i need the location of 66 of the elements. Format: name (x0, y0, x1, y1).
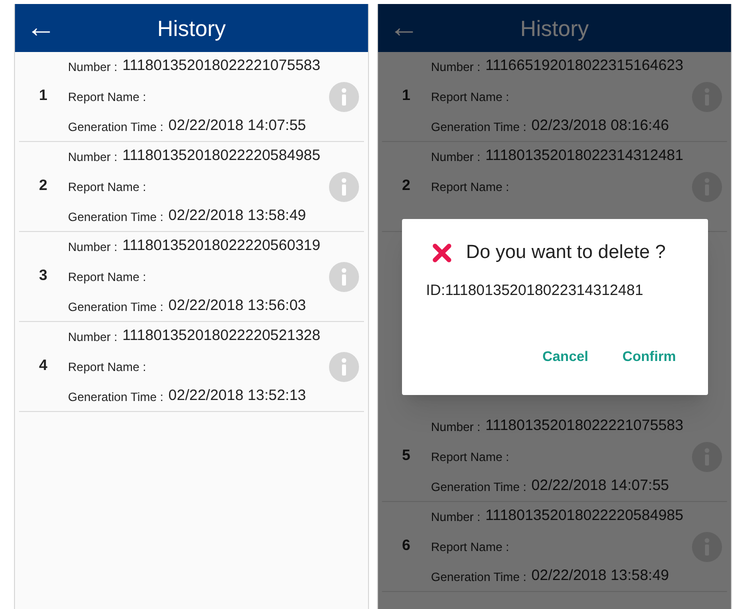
number-label: Number : (68, 238, 118, 256)
generation-time-value: 02/22/2018 14:07:55 (168, 116, 306, 136)
generation-time-label: Generation Time : (68, 118, 164, 136)
number-value: 111801352018022220521328 (122, 326, 320, 346)
history-item[interactable]: 6 Number : 111801352018022220584985 Report Name : Generation Time : 02/22/2018 13:58:49 (382, 502, 727, 592)
generation-time-value: 02/22/2018 13:56:03 (168, 296, 306, 316)
number-value: 111801352018022221075583 (485, 416, 684, 436)
number-label: Number : (68, 328, 118, 346)
dialog-button[interactable]: Confirm (614, 342, 684, 371)
generation-time-label: Generation Time : (68, 208, 164, 226)
item-number: 1 (39, 87, 48, 104)
item-number: 6 (402, 537, 410, 554)
generation-time-label: Generation Time : (68, 298, 164, 316)
item-number: 2 (39, 177, 48, 194)
generation-time-label: Generation Time : (68, 388, 164, 406)
generation-time-label: Generation Time : (431, 478, 526, 496)
number-label: Number : (431, 58, 480, 76)
generation-time-label: Generation Time : (431, 568, 526, 586)
generation-time-value: 02/22/2018 13:58:49 (531, 566, 670, 586)
info-icon[interactable] (329, 262, 359, 292)
info-icon[interactable] (329, 172, 359, 202)
screen-title: History (157, 14, 226, 43)
generation-time-value: 02/22/2018 14:07:55 (531, 476, 670, 496)
history-item[interactable]: 5 Number : 111801352018022221075583 Report Name : Generation Time : 02/22/2018 14:07:55 (382, 412, 727, 502)
history-item[interactable]: 3 Number : 111801352018022220560319 Report Name : Generation Time : 02/22/2018 13:56:03 (19, 232, 364, 322)
item-number: 5 (402, 447, 410, 464)
number-label: Number : (431, 508, 480, 526)
number-value: 111801352018022220584985 (122, 146, 320, 166)
number-label: Number : (68, 148, 118, 166)
generation-time-value: 02/22/2018 13:58:49 (168, 206, 306, 226)
report-name-label: Report Name : (68, 358, 146, 376)
item-number: 2 (402, 177, 410, 194)
number-value: 111801352018022220584985 (485, 506, 684, 526)
report-name-label: Report Name : (431, 538, 510, 556)
number-value: 111801352018022220560319 (122, 236, 320, 256)
item-number: 4 (39, 357, 48, 374)
number-value: 111801352018022221075583 (122, 56, 320, 76)
dialog-message: ID:111801352018022314312481 (426, 280, 644, 300)
close-icon (432, 243, 452, 264)
report-name-label: Report Name : (68, 178, 146, 196)
generation-time-label: Generation Time : (431, 118, 526, 136)
dialog-title: Do you want to delete ? (466, 241, 666, 265)
report-name-label: Report Name : (431, 448, 510, 466)
dialog-button[interactable]: Cancel (534, 342, 596, 371)
number-value: 111665192018022315164623 (485, 56, 684, 76)
number-label: Number : (431, 148, 480, 166)
item-number: 1 (402, 87, 410, 104)
report-name-label: Report Name : (68, 88, 146, 106)
screen-title: History (520, 14, 589, 43)
history-item[interactable]: 1 Number : 111665192018022315164623 Report Name : Generation Time : 02/23/2018 08:16:46 (382, 52, 727, 142)
item-number: 3 (39, 267, 48, 284)
generation-time-value: 02/22/2018 13:52:13 (168, 386, 306, 406)
number-value: 111801352018022314312481 (485, 146, 684, 166)
report-name-label: Report Name : (68, 268, 146, 286)
history-item[interactable]: 2 Number : 111801352018022220584985 Report Name : Generation Time : 02/22/2018 13:58:49 (19, 142, 364, 232)
report-name-label: Report Name : (431, 88, 510, 106)
history-item[interactable]: 1 Number : 111801352018022221075583 Report Name : Generation Time : 02/22/2018 14:07:55 (19, 52, 364, 142)
back-button[interactable]: ← (386, 8, 422, 48)
number-label: Number : (68, 58, 118, 76)
report-name-label: Report Name : (431, 178, 510, 196)
number-label: Number : (431, 418, 480, 436)
info-icon[interactable] (329, 82, 359, 112)
info-icon[interactable] (329, 352, 359, 382)
history-item[interactable]: 4 Number : 111801352018022220521328 Report Name : Generation Time : 02/22/2018 13:52:13 (19, 322, 364, 412)
back-button[interactable]: ← (23, 8, 59, 48)
generation-time-value: 02/23/2018 08:16:46 (531, 116, 670, 136)
